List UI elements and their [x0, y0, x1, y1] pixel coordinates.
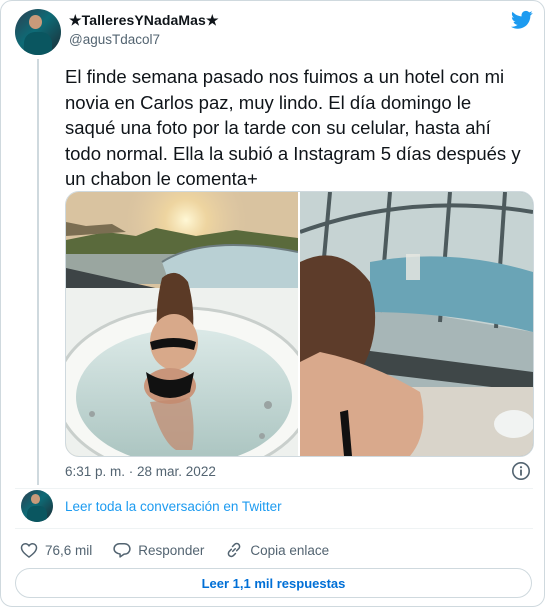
- author-name[interactable]: ★TalleresYNadaMas★: [69, 12, 219, 29]
- reply-bubble-icon: [113, 543, 131, 558]
- author-avatar[interactable]: [15, 9, 61, 55]
- hot-tub-photo[interactable]: [66, 192, 300, 456]
- twitter-bird-icon[interactable]: [511, 10, 533, 30]
- pool-reflection-photo[interactable]: [300, 192, 533, 456]
- tweet-embed: ★TalleresYNadaMas★ @agusTdacol7 El finde…: [0, 0, 545, 607]
- author-avatar-small[interactable]: [21, 490, 53, 522]
- pool-scene: [300, 192, 533, 456]
- read-replies-button[interactable]: Leer 1,1 mil respuestas: [15, 568, 532, 598]
- tweet-media[interactable]: [65, 191, 534, 457]
- action-bar: 76,6 mil Responder Copia enlace: [19, 537, 349, 563]
- reply-button[interactable]: Responder: [112, 540, 204, 560]
- read-conversation-link[interactable]: Leer toda la conversación en Twitter: [65, 499, 282, 514]
- like-button[interactable]: 76,6 mil: [19, 540, 92, 560]
- copy-link-button[interactable]: Copia enlace: [224, 540, 329, 560]
- hot-tub-scene: [66, 192, 298, 456]
- tweet-text: El finde semana pasado nos fuimos a un h…: [65, 66, 521, 189]
- link-icon: [227, 542, 241, 558]
- tweet-timestamp[interactable]: 6:31 p. m. · 28 mar. 2022: [65, 464, 216, 479]
- divider: [15, 488, 533, 489]
- copy-link-label: Copia enlace: [250, 542, 330, 558]
- reply-label: Responder: [138, 542, 205, 558]
- thread-line: [37, 59, 39, 485]
- divider: [15, 528, 533, 529]
- like-count: 76,6 mil: [45, 542, 93, 558]
- info-icon[interactable]: [511, 461, 531, 481]
- heart-icon: [20, 542, 38, 559]
- author-handle[interactable]: @agusTdacol7: [69, 32, 160, 47]
